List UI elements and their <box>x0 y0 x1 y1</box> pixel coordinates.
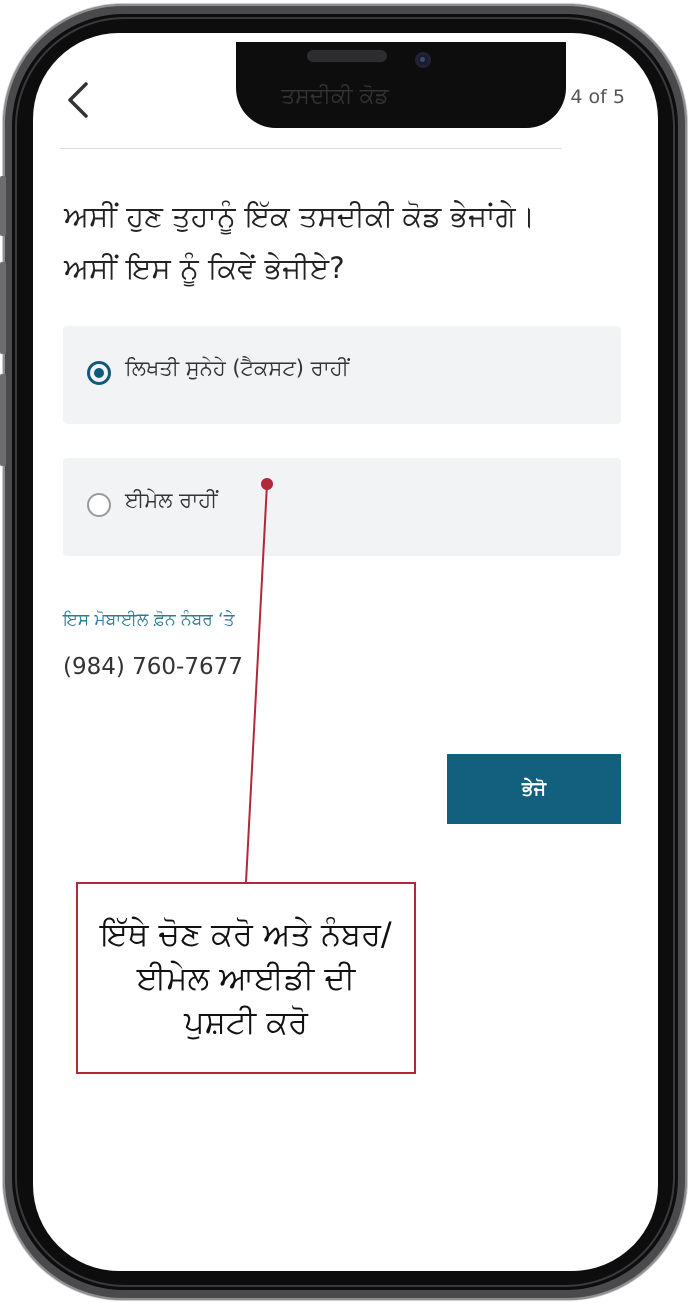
contact-value: (984) 760-7677 <box>63 654 243 680</box>
radio-checked-icon[interactable] <box>87 361 111 385</box>
page-title: ਤਸਦੀਕੀ ਕੋਡ <box>281 84 389 109</box>
chevron-left-icon <box>68 82 88 118</box>
option-label: ਲਿਖਤੀ ਸੁਨੇਹੇ (ਟੈਕਸਟ) ਰਾਹੀਂ <box>125 356 349 380</box>
volume-down-button <box>0 374 6 466</box>
question-line-1: ਅਸੀਂ ਹੁਣ ਤੁਹਾਨੂੰ ਇੱਕ ਤਸਦੀਕੀ ਕੋਡ ਭੇਜਾਂਗੇ। <box>64 199 536 233</box>
send-button[interactable]: ਭੇਜੋ <box>447 754 621 824</box>
speaker-grille <box>307 50 387 62</box>
option-text-message[interactable]: ਲਿਖਤੀ ਸੁਨੇਹੇ (ਟੈਕਸਟ) ਰਾਹੀਂ <box>63 326 621 424</box>
annotation-callout: ਇੱਥੇ ਚੋਣ ਕਰੋ ਅਤੇ ਨੰਬਰ/ਈਮੇਲ ਆਈਡੀ ਦੀ ਪੁਸ਼ਟ… <box>76 882 416 1074</box>
header-divider <box>60 148 562 149</box>
camera-icon <box>415 52 431 68</box>
contact-label: ਇਸ ਮੋਬਾਈਲ ਫ਼ੋਨ ਨੰਬਰ ‘ਤੇ <box>63 610 235 630</box>
question-heading: ਅਸੀਂ ਹੁਣ ਤੁਹਾਨੂੰ ਇੱਕ ਤਸਦੀਕੀ ਕੋਡ ਭੇਜਾਂਗੇ।… <box>64 190 624 294</box>
radio-unchecked-icon[interactable] <box>87 493 111 517</box>
back-button[interactable] <box>62 78 102 122</box>
option-email[interactable]: ਈਮੇਲ ਰਾਹੀਂ <box>63 458 621 556</box>
option-label: ਈਮੇਲ ਰਾਹੀਂ <box>125 488 218 512</box>
step-counter: 4 of 5 <box>570 86 625 108</box>
question-line-2: ਅਸੀਂ ਇਸ ਨੂੰ ਕਿਵੇਂ ਭੇਜੀਏ? <box>64 251 345 285</box>
volume-up-button <box>0 262 6 354</box>
silent-switch <box>0 176 6 236</box>
